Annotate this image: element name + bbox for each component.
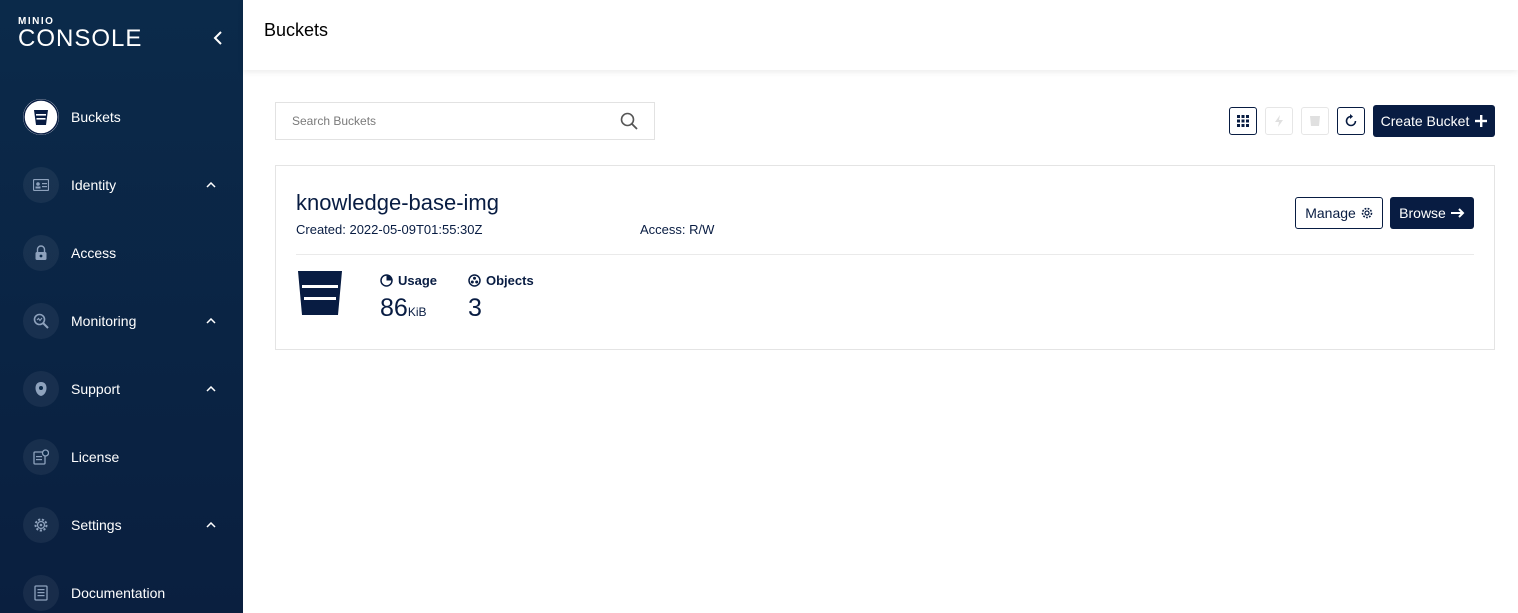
sidebar-item-monitoring[interactable]: Monitoring <box>0 295 243 347</box>
search-box <box>275 102 655 140</box>
search-input[interactable] <box>276 103 616 139</box>
card-divider <box>296 254 1474 255</box>
replication-button[interactable] <box>1265 107 1293 135</box>
pie-chart-icon <box>380 274 393 287</box>
browse-button[interactable]: Browse <box>1390 197 1474 229</box>
sidebar-item-access[interactable]: Access <box>0 227 243 279</box>
chevron-up-icon <box>205 519 217 531</box>
usage-value-row: 86KiB <box>380 294 437 323</box>
chevron-up-icon <box>205 315 217 327</box>
sidebar-item-label: License <box>71 449 120 465</box>
list-view-button[interactable] <box>1229 107 1257 135</box>
minio-console-logo: MINIO CONSOLE <box>18 17 142 51</box>
support-icon <box>23 371 59 407</box>
grid-icon <box>1237 115 1249 127</box>
sidebar: MINIO CONSOLE Buckets Identity Access Mo… <box>0 0 243 613</box>
sidebar-item-settings[interactable]: Settings <box>0 499 243 551</box>
sidebar-item-label: Documentation <box>71 585 166 601</box>
sidebar-item-identity[interactable]: Identity <box>0 159 243 211</box>
bucket-stack-icon <box>1310 116 1320 126</box>
magnifier-icon <box>23 303 59 339</box>
collapse-sidebar-button[interactable] <box>208 28 228 48</box>
gear-icon <box>1361 207 1373 219</box>
sidebar-item-buckets[interactable]: Buckets <box>0 91 243 143</box>
document-icon <box>23 575 59 611</box>
sidebar-item-label: Support <box>71 381 121 397</box>
objects-stat: Objects 3 <box>468 273 534 323</box>
bucket-name[interactable]: knowledge-base-img <box>296 190 499 216</box>
search-icon[interactable] <box>620 112 638 130</box>
bucket-icon <box>298 271 342 315</box>
sidebar-item-label: Monitoring <box>71 313 137 329</box>
page-title: Buckets <box>264 20 329 40</box>
bucket-card: knowledge-base-img Created: 2022-05-09T0… <box>275 165 1495 350</box>
objects-label: Objects <box>486 273 534 288</box>
plus-icon <box>1475 115 1488 127</box>
sidebar-item-support[interactable]: Support <box>0 363 243 415</box>
sidebar-item-label: Access <box>71 245 117 261</box>
sidebar-item-label: Settings <box>71 517 122 533</box>
usage-stat: Usage 86KiB <box>380 273 437 323</box>
bucket-icon <box>23 99 59 135</box>
lightning-icon <box>1275 115 1283 127</box>
bucket-access: Access: R/W <box>640 222 715 237</box>
usage-unit: KiB <box>407 305 427 319</box>
arrow-right-icon <box>1450 208 1465 218</box>
page-header: Buckets <box>243 0 1518 70</box>
license-icon <box>23 439 59 475</box>
usage-label: Usage <box>398 273 438 288</box>
create-bucket-button[interactable]: Create Bucket <box>1373 105 1495 137</box>
objects-value: 3 <box>468 294 482 322</box>
sidebar-item-label: Buckets <box>71 109 121 125</box>
manage-label: Manage <box>1305 205 1356 221</box>
chevron-up-icon <box>205 179 217 191</box>
sidebar-item-license[interactable]: License <box>0 431 243 483</box>
refresh-button[interactable] <box>1337 107 1365 135</box>
lifecycle-button[interactable] <box>1301 107 1329 135</box>
objects-label-row: Objects <box>468 273 534 288</box>
chevron-up-icon <box>205 383 217 395</box>
lock-icon <box>23 235 59 271</box>
gear-icon <box>23 507 59 543</box>
id-card-icon <box>23 167 59 203</box>
chevron-left-icon <box>213 31 222 45</box>
logo-big-text: CONSOLE <box>18 25 143 52</box>
create-bucket-label: Create Bucket <box>1380 113 1470 129</box>
refresh-icon <box>1345 114 1357 127</box>
objects-icon <box>468 274 481 287</box>
sidebar-item-label: Identity <box>71 177 117 193</box>
sidebar-item-documentation[interactable]: Documentation <box>0 567 243 613</box>
browse-label: Browse <box>1399 205 1446 221</box>
usage-value: 86 <box>380 294 408 322</box>
usage-label-row: Usage <box>380 273 437 288</box>
bucket-created: Created: 2022-05-09T01:55:30Z <box>296 222 483 237</box>
manage-button[interactable]: Manage <box>1295 197 1383 229</box>
